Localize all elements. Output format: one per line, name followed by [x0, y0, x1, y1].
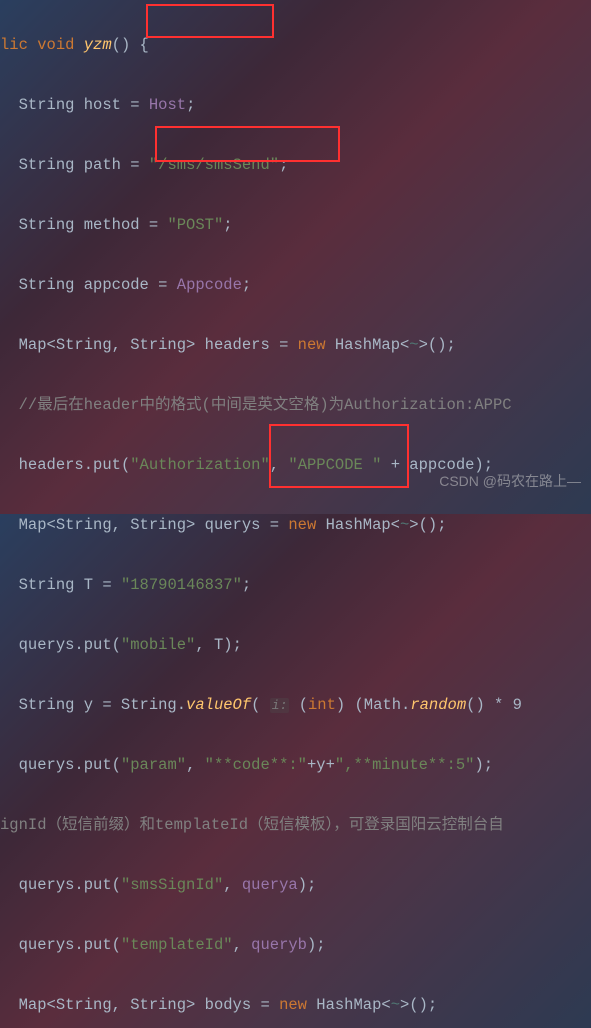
code-line: String method = "POST";	[0, 210, 591, 240]
watermark: CSDN @码农在路上—	[439, 466, 581, 496]
code-line: querys.put("smsSignId", querya);	[0, 870, 591, 900]
code-line: String y = String.valueOf( i: (int) (Mat…	[0, 690, 591, 720]
code-line: String appcode = Appcode;	[0, 270, 591, 300]
code-line: Map<String, String> querys = new HashMap…	[0, 510, 591, 540]
code-editor[interactable]: lic void yzm() { String host = Host; Str…	[0, 0, 591, 1028]
code-line: querys.put("templateId", queryb);	[0, 930, 591, 960]
code-line: ignId（短信前缀）和templateId（短信模板），可登录国阳云控制台自	[0, 810, 591, 840]
code-line: String T = "18790146837";	[0, 570, 591, 600]
code-line: querys.put("param", "**code**:"+y+",**mi…	[0, 750, 591, 780]
code-line: String path = "/sms/smsSend";	[0, 150, 591, 180]
code-line: Map<String, String> bodys = new HashMap<…	[0, 990, 591, 1020]
code-line: String host = Host;	[0, 90, 591, 120]
code-line: lic void yzm() {	[0, 30, 591, 60]
code-line: querys.put("mobile", T);	[0, 630, 591, 660]
code-line: Map<String, String> headers = new HashMa…	[0, 330, 591, 360]
code-line: //最后在header中的格式(中间是英文空格)为Authorization:A…	[0, 390, 591, 420]
